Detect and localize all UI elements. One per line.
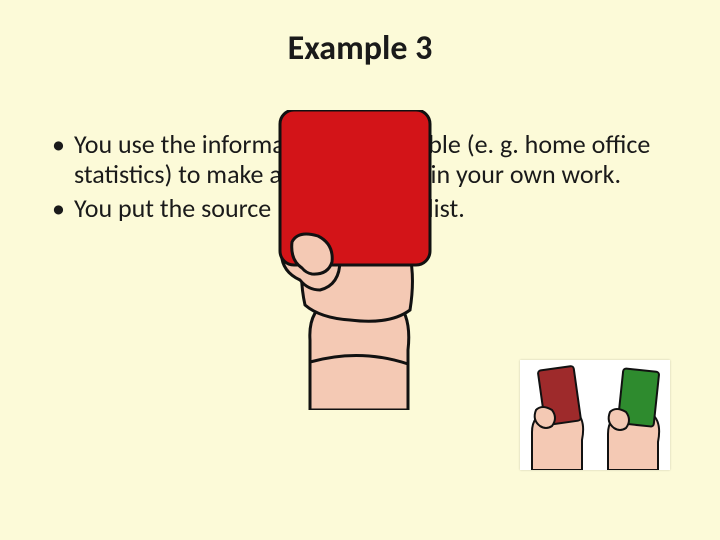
bullet-text: You use the information from a table (e.… bbox=[74, 128, 650, 190]
bullet-text: You put the source in a reference list. bbox=[74, 192, 465, 224]
slide-title: Example 3 bbox=[0, 28, 720, 69]
slide: Example 3 You use the information from a… bbox=[0, 0, 720, 540]
bullet-item: You use the information from a table (e.… bbox=[46, 130, 674, 190]
bullet-list: You use the information from a table (e.… bbox=[46, 130, 674, 224]
two-cards-hands-icon bbox=[520, 360, 670, 470]
bullet-item: You put the source in a reference list. bbox=[46, 194, 674, 224]
slide-body: You use the information from a table (e.… bbox=[46, 130, 674, 228]
